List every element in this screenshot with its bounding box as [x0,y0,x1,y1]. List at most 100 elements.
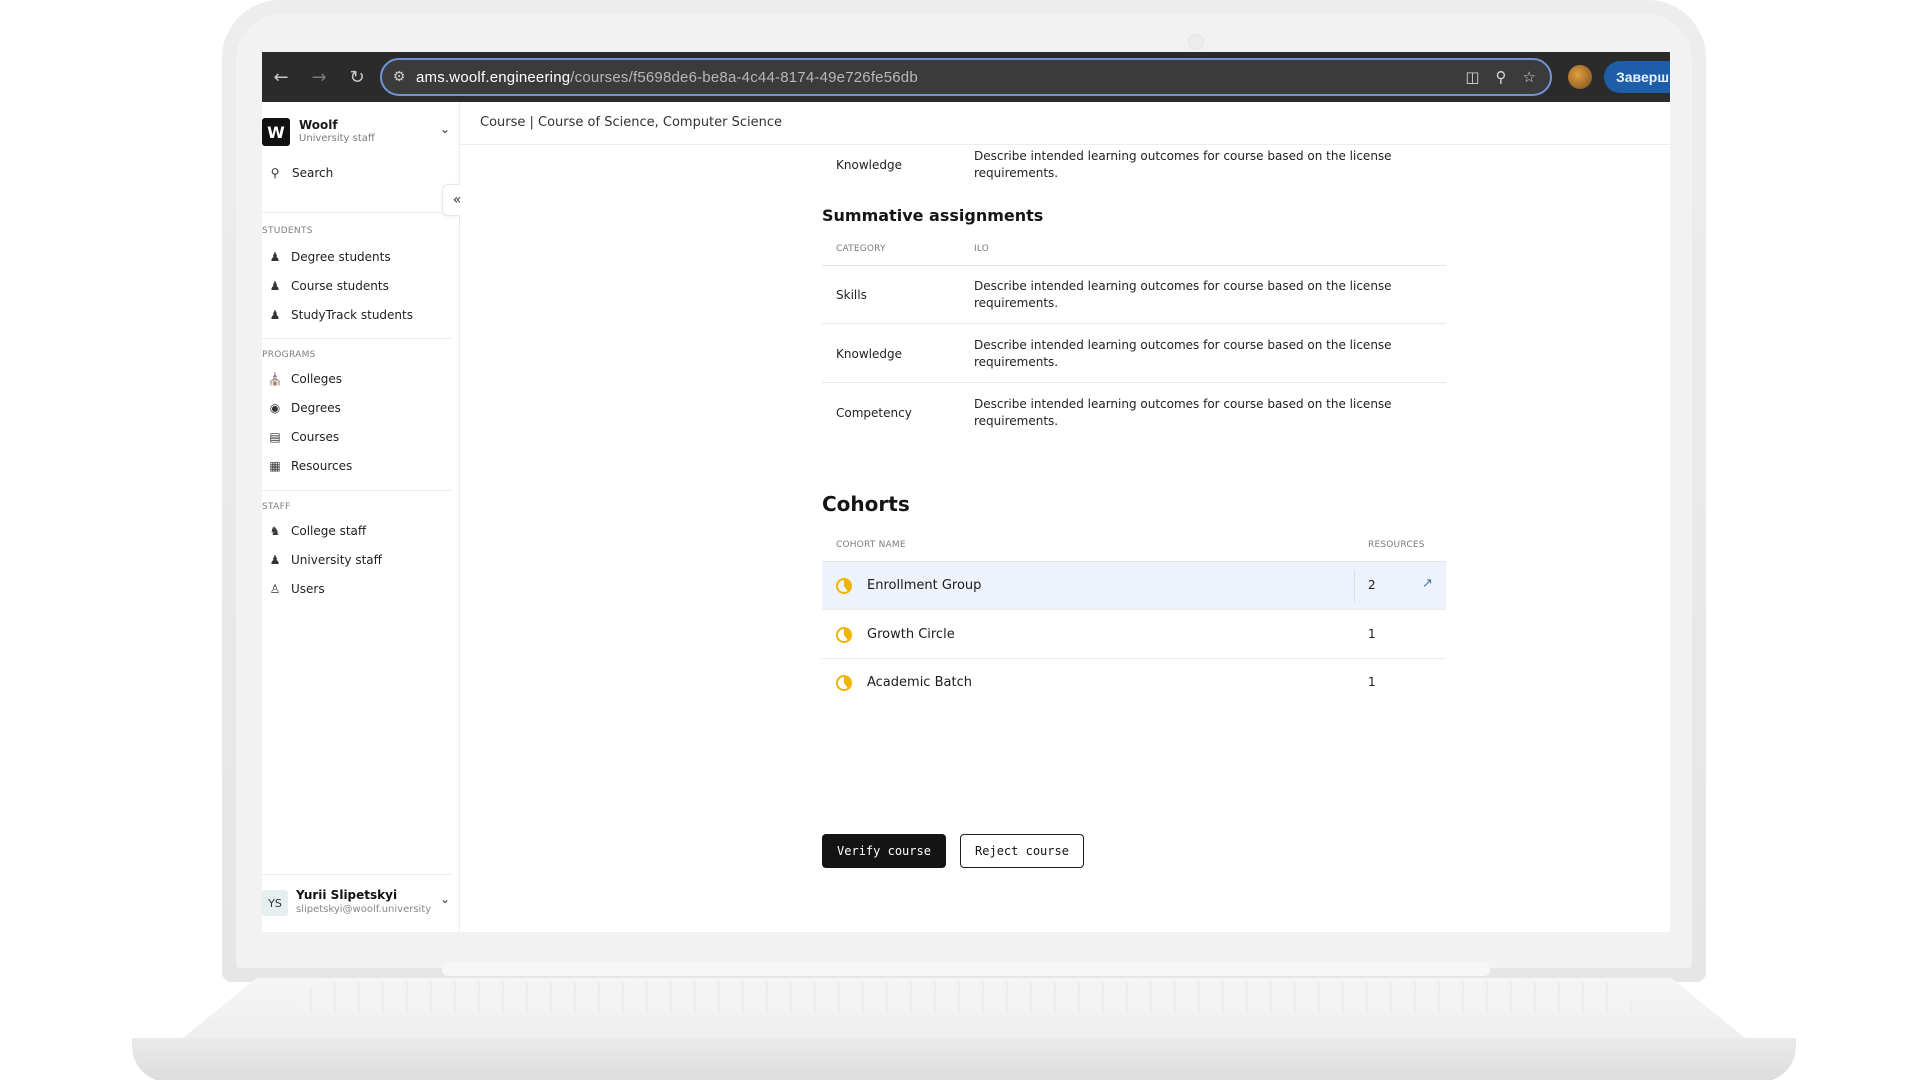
person-icon: ♟ [269,553,281,567]
user-email: slipetskyi@woolf.university [296,904,432,915]
column-header-ilo: ILO [974,244,990,254]
site-settings-icon[interactable]: ⚙ [382,69,416,85]
url-text[interactable]: ams.woolf.engineering/courses/f5698de6-b… [416,69,918,86]
column-divider [1354,570,1355,602]
url-path: /courses/f5698de6-be8a-4c44-8174-49e726f… [570,68,918,86]
laptop-screen: ← → ↻ ⚙ ams.woolf.engineering/courses/f5… [262,52,1670,932]
external-link-icon[interactable]: ↗ [1422,576,1433,591]
user-menu[interactable]: YS Yurii Slipetskyi slipetskyi@woolf.uni… [262,874,460,928]
cohort-resources: 1 [1368,627,1376,641]
address-bar[interactable]: ⚙ ams.woolf.engineering/courses/f5698de6… [380,58,1552,96]
ilo-cell: Describe intended learning outcomes for … [974,397,1392,428]
finish-update-button[interactable]: Заверш [1604,61,1670,93]
chevron-down-icon[interactable]: ⌄ [440,892,450,906]
sidebar: W Woolf University staff ⌄ ⚲ Search STUD… [262,102,460,932]
sidebar-item-colleges[interactable]: ⛪ Colleges [267,372,343,386]
search-icon: ⚲ [270,166,280,180]
cohort-status-icon [836,578,852,594]
avatar: YS [262,890,288,916]
zoom-icon[interactable]: ⚲ [1496,68,1507,86]
bookmark-star-icon[interactable]: ☆ [1523,68,1536,86]
student-icon: ♟ [269,308,281,322]
sidebar-item-degree-students[interactable]: ♟ Degree students [268,250,391,264]
forward-arrow-icon[interactable]: → [300,52,338,102]
woolf-logo: W [262,118,290,146]
cohort-status-icon [836,675,852,691]
student-icon: ♟ [269,250,281,264]
cohort-status-icon [836,627,852,643]
column-header-cohort-name: COHORT NAME [836,540,906,550]
sidebar-item-courses[interactable]: ▤ Courses [268,430,339,444]
laptop-keyboard [288,982,1640,1012]
section-label-students: STUDENTS [262,226,313,236]
graduation-cap-icon: ◉ [269,401,281,415]
sidebar-item-label: StudyTrack students [291,308,413,322]
laptop-camera [1188,34,1204,50]
sidebar-divider [262,490,452,491]
table-row: Knowledge Describe intended learning out… [822,146,1446,184]
org-text: Woolf University staff [299,118,375,146]
reload-icon[interactable]: ↻ [338,52,376,102]
browser-toolbar: ← → ↻ ⚙ ams.woolf.engineering/courses/f5… [262,52,1670,102]
sidebar-item-degrees[interactable]: ◉ Degrees [268,401,341,415]
laptop-base-lip [132,1038,1796,1080]
breadcrumb: Course | Course of Science, Computer Sci… [480,115,783,130]
sidebar-divider [262,212,452,213]
section-label-programs: PROGRAMS [262,350,316,360]
sidebar-item-studytrack-students[interactable]: ♟ StudyTrack students [268,308,413,322]
url-host: ams.woolf.engineering [416,68,571,86]
cohort-resources: 2 [1368,578,1376,592]
document-icon: ▦ [269,459,281,473]
org-role: University staff [299,133,375,144]
address-bar-actions: ◫ ⚲ ☆ [1465,60,1536,94]
org-switcher[interactable]: W Woolf University staff ⌄ [262,114,460,150]
sidebar-item-label: University staff [291,553,382,567]
cohort-row[interactable]: Academic Batch 1 [822,659,1446,707]
sidebar-item-label: Users [291,582,325,596]
verify-course-button[interactable]: Verify course [822,834,946,868]
org-name: Woolf [299,118,338,132]
chevron-down-icon[interactable]: ⌄ [440,122,450,136]
sidebar-item-college-staff[interactable]: ♞ College staff [268,524,367,538]
profile-avatar-icon[interactable] [1568,65,1592,89]
section-label-staff: STAFF [262,502,291,512]
category-cell: Skills [836,287,867,302]
book-icon: ▤ [269,430,281,444]
sidebar-item-label: Degrees [291,401,341,415]
sidebar-item-users[interactable]: ♙ Users [268,582,325,596]
section-title-cohorts: Cohorts [822,492,910,516]
table-row: Competency Describe intended learning ou… [822,384,1446,442]
search-label: Search [292,166,334,180]
ilo-cell: Describe intended learning outcomes for … [974,278,1392,310]
ilo-cell: Describe intended learning outcomes for … [974,337,1392,369]
column-header-resources: RESOURCES [1368,540,1425,550]
back-arrow-icon[interactable]: ← [262,52,300,102]
sidebar-item-label: College staff [291,524,367,538]
cohort-name: Academic Batch [867,675,972,690]
cohort-name: Growth Circle [867,627,955,642]
users-icon: ♙ [269,582,281,596]
category-cell: Knowledge [836,158,902,172]
reject-course-button[interactable]: Reject course [960,834,1084,868]
sidebar-item-resources[interactable]: ▦ Resources [268,459,352,473]
translate-icon[interactable]: ◫ [1465,68,1479,86]
sidebar-item-label: Course students [291,279,389,293]
table-row: Skills Describe intended learning outcom… [822,266,1446,324]
sidebar-search[interactable]: ⚲ Search [268,166,334,180]
laptop-hinge [442,962,1490,976]
sidebar-item-label: Courses [291,430,340,444]
column-header-category: CATEGORY [836,244,886,254]
staff-icon: ♞ [269,524,281,538]
cohort-resources: 1 [1368,675,1376,689]
sidebar-item-university-staff[interactable]: ♟ University staff [268,553,382,567]
category-cell: Competency [836,406,912,420]
sidebar-item-label: Degree students [291,250,391,264]
building-icon: ⛪ [267,372,283,386]
sidebar-divider [262,338,452,339]
section-title-summative: Summative assignments [822,206,1044,225]
sidebar-item-course-students[interactable]: ♟ Course students [268,279,389,293]
sidebar-item-label: Resources [291,459,353,473]
cohort-row[interactable]: Growth Circle 1 [822,611,1446,659]
header-divider [460,144,1670,145]
cohort-row[interactable]: Enrollment Group 2 ↗ [822,562,1446,610]
